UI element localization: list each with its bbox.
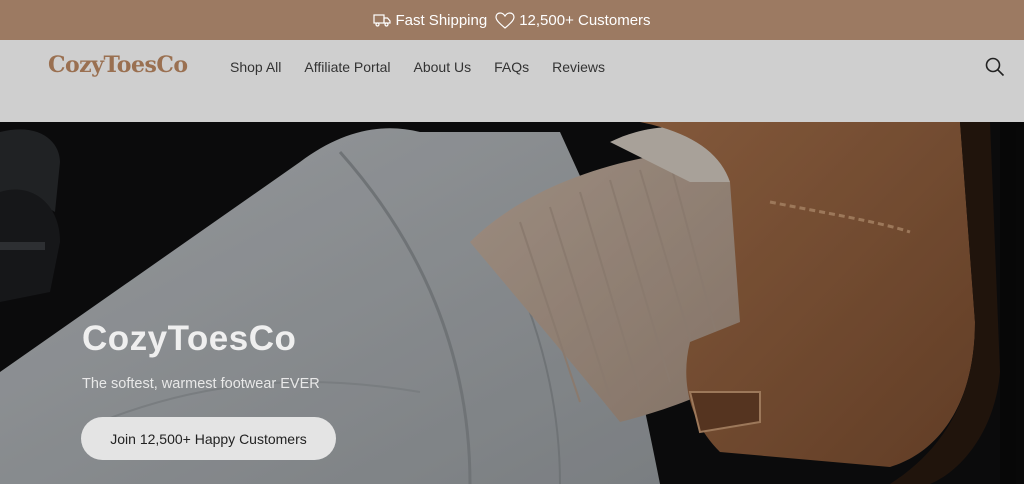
site-logo[interactable]: CozyToesCo xyxy=(48,52,188,78)
announcement-bar: Fast Shipping 12,500+ Customers xyxy=(0,0,1024,40)
heart-icon xyxy=(495,11,515,29)
nav-faqs[interactable]: FAQs xyxy=(494,59,529,75)
search-button[interactable] xyxy=(984,56,1006,78)
shipping-text: Fast Shipping xyxy=(395,11,488,29)
announcement-shipping: Fast Shipping xyxy=(373,12,487,29)
search-icon xyxy=(985,57,1005,77)
hero-title: CozyToesCo xyxy=(82,319,297,358)
join-customers-button[interactable]: Join 12,500+ Happy Customers xyxy=(81,417,336,460)
nav-reviews[interactable]: Reviews xyxy=(552,59,605,75)
nav-affiliate-portal[interactable]: Affiliate Portal xyxy=(304,59,390,75)
truck-icon xyxy=(373,13,392,27)
site-header: CozyToesCo Shop All Affiliate Portal Abo… xyxy=(0,40,1024,122)
hero-banner: CozyToesCo The softest, warmest footwear… xyxy=(0,122,1024,484)
main-nav: Shop All Affiliate Portal About Us FAQs … xyxy=(230,59,605,75)
nav-about-us[interactable]: About Us xyxy=(414,59,472,75)
announcement-customers: 12,500+ Customers xyxy=(495,11,651,29)
hero-subtitle: The softest, warmest footwear EVER xyxy=(82,376,320,392)
nav-shop-all[interactable]: Shop All xyxy=(230,59,281,75)
customers-text: 12,500+ Customers xyxy=(519,11,651,29)
